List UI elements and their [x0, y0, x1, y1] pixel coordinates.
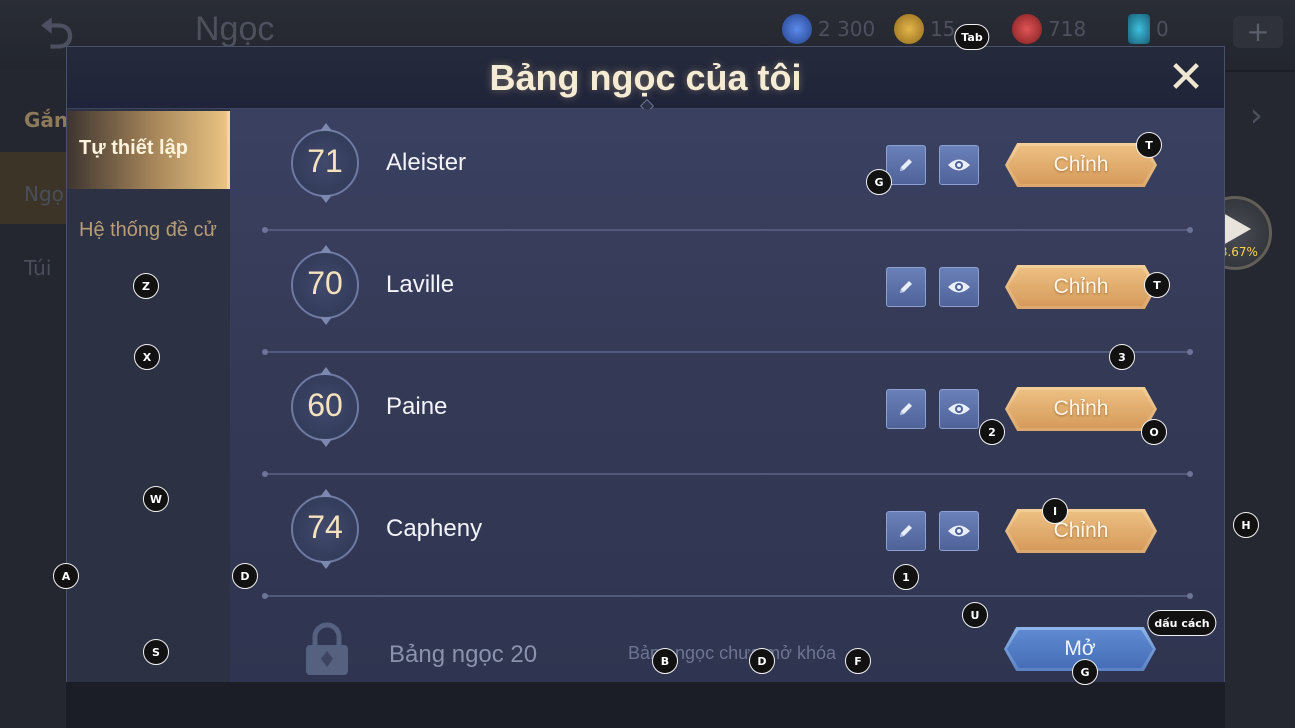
level-number: 71	[307, 143, 343, 179]
level-badge: 60	[291, 367, 359, 447]
pencil-icon	[900, 403, 912, 415]
key-hint-s: S	[143, 639, 169, 665]
eye-icon	[948, 159, 970, 171]
key-hint-a: A	[53, 563, 79, 589]
background-title: Ngọc	[195, 10, 275, 48]
background-right-panel	[1225, 72, 1295, 728]
preview-button[interactable]	[939, 145, 979, 185]
eye-icon	[948, 403, 970, 415]
list-item: 60 Paine Chỉnh	[230, 353, 1224, 475]
button-label: Chỉnh	[1053, 519, 1109, 542]
level-badge: 71	[291, 123, 359, 203]
key-hint-dấu-cách: dấu cách	[1147, 610, 1217, 636]
background-sidebar-item[interactable]: Ngọ	[24, 182, 64, 206]
lock-icon	[306, 622, 348, 675]
row-divider	[262, 593, 1193, 599]
close-icon: ✕	[1167, 52, 1205, 103]
key-hint-i: I	[1042, 498, 1068, 524]
level-number: 70	[307, 265, 343, 301]
button-label: Chỉnh	[1053, 153, 1109, 176]
pencil-icon	[900, 525, 912, 537]
key-hint-w: W	[142, 486, 170, 512]
list-item: 71 Aleister Chỉnh	[230, 109, 1224, 231]
blue-gem-icon	[782, 14, 812, 44]
key-hint-3: 3	[1109, 344, 1135, 370]
chevron-right-icon[interactable]: ›	[1250, 96, 1263, 134]
dialog-title: Bảng ngọc của tôi	[489, 57, 802, 98]
rename-button[interactable]	[886, 145, 926, 185]
list-item: 74 Capheny Chỉnh	[230, 475, 1224, 597]
key-hint-d: D	[749, 648, 775, 674]
background-sidebar: Gắn Ngọ Túi	[0, 70, 68, 728]
eye-icon	[948, 281, 970, 293]
rune-page-list[interactable]: 71 Aleister Chỉnh 70 Laville Chỉnh 60 Pa…	[230, 109, 1224, 682]
key-hint-t: T	[1144, 272, 1170, 298]
key-hint-h: H	[1233, 512, 1259, 538]
level-number: 60	[307, 387, 343, 423]
level-number: 74	[307, 509, 343, 545]
edit-page-button[interactable]: Chỉnh	[1005, 509, 1157, 553]
gold-coin-icon	[894, 14, 924, 44]
key-hint-b: B	[652, 648, 678, 674]
dialog-header: Bảng ngọc của tôi ✕	[67, 47, 1224, 114]
dialog-tabs: Tự thiết lập Hệ thống đề cử	[67, 109, 230, 682]
rename-button[interactable]	[886, 389, 926, 429]
rune-page-name: Paine	[386, 393, 448, 420]
key-hint-u: U	[962, 602, 988, 628]
rune-page-name: Laville	[386, 271, 455, 298]
preview-button[interactable]	[939, 267, 979, 307]
button-label: Chỉnh	[1053, 275, 1109, 298]
currency-value: 718	[1048, 17, 1087, 41]
button-label: Mở	[1064, 637, 1096, 660]
key-hint-t: T	[1136, 132, 1162, 158]
level-badge: 74	[291, 489, 359, 569]
edit-page-button[interactable]: Chỉnh	[1005, 265, 1157, 309]
background-sidebar-item[interactable]: Gắn	[24, 108, 68, 132]
button-label: Chỉnh	[1053, 397, 1109, 420]
key-hint-f: F	[845, 648, 871, 674]
close-button[interactable]: ✕	[1165, 56, 1207, 100]
key-hint-d: D	[232, 563, 258, 589]
key-hint-x: X	[134, 344, 160, 370]
key-hint-o: O	[1141, 419, 1167, 445]
preview-button[interactable]	[939, 389, 979, 429]
edit-page-button[interactable]: Chỉnh	[1005, 387, 1157, 431]
key-hint-2: 2	[979, 419, 1005, 445]
currency-value: 2 300	[818, 17, 876, 41]
red-gem-icon	[1012, 14, 1042, 44]
key-hint-g: G	[866, 169, 892, 195]
currency-red-gem: 718	[1012, 14, 1086, 44]
locked-page-name: Bảng ngọc 20	[389, 641, 538, 668]
pencil-icon	[900, 281, 912, 293]
rename-button[interactable]	[886, 267, 926, 307]
rename-button[interactable]	[886, 511, 926, 551]
rune-page-name: Capheny	[386, 515, 483, 542]
play-icon	[1223, 213, 1251, 245]
teal-card-icon	[1128, 14, 1150, 44]
add-currency-button[interactable]: +	[1233, 16, 1283, 48]
currency-blue-gem: 2 300	[782, 14, 875, 44]
list-item: 70 Laville Chỉnh	[230, 231, 1224, 353]
tab-label: Tự thiết lập	[79, 137, 188, 159]
currency-value: 15	[930, 17, 956, 41]
currency-teal-card: 0	[1128, 14, 1169, 44]
tab-custom[interactable]: Tự thiết lập	[67, 111, 230, 189]
preview-button[interactable]	[939, 511, 979, 551]
currency-gold-coin: 15	[894, 14, 955, 44]
tab-recommended[interactable]: Hệ thống đề cử	[79, 219, 217, 242]
key-hint-z: Z	[133, 273, 159, 299]
currency-value: 0	[1156, 17, 1169, 41]
key-hint-1: 1	[893, 564, 919, 590]
background-sidebar-item[interactable]: Túi	[24, 256, 51, 280]
eye-icon	[948, 525, 970, 537]
level-badge: 70	[291, 245, 359, 325]
pencil-icon	[900, 159, 912, 171]
rune-page-name: Aleister	[386, 149, 467, 176]
key-hint-tab: Tab	[954, 24, 990, 50]
key-hint-g: G	[1072, 659, 1098, 685]
edit-page-button[interactable]: Chỉnh	[1005, 143, 1157, 187]
